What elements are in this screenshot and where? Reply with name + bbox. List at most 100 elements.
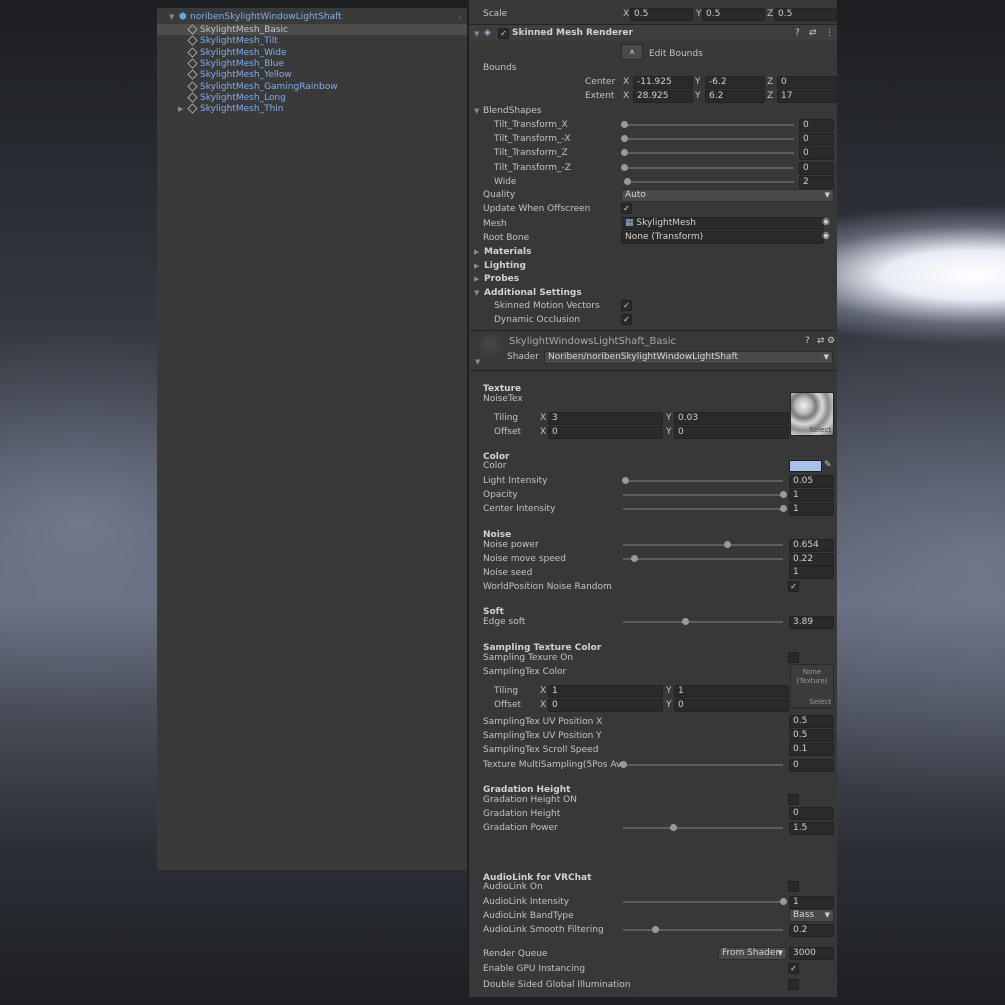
hierarchy-item[interactable]: SkylightMesh_GamingRainbow xyxy=(187,80,338,92)
collapse-arrow-icon[interactable]: ▼ xyxy=(474,30,479,38)
sampling-offset-x-field[interactable]: 0 xyxy=(548,699,663,712)
double-sided-gi-checkbox[interactable] xyxy=(788,979,799,990)
help-icon[interactable]: ? xyxy=(795,28,800,38)
audiolink-on-checkbox[interactable] xyxy=(788,881,799,892)
noise-texture-thumbnail[interactable]: Select xyxy=(790,392,834,436)
dynamic-occlusion-checkbox[interactable]: ✓ xyxy=(621,314,632,325)
sampling-tiling-x-field[interactable]: 1 xyxy=(548,685,663,698)
materials-arrow-icon[interactable]: ▶ xyxy=(474,248,479,256)
sampling-texture-slot[interactable]: None (Texture) Select xyxy=(790,664,834,708)
blendshapes-label[interactable]: BlendShapes xyxy=(483,106,542,116)
center-intensity-slider-handle[interactable] xyxy=(780,505,787,512)
sampling-select-button[interactable]: Select xyxy=(809,698,831,706)
preset-icon[interactable]: ⇄ xyxy=(817,336,825,346)
blendshape-slider-track[interactable] xyxy=(624,166,794,169)
blendshape-slider-handle[interactable] xyxy=(624,177,632,185)
blendshape-field[interactable]: 0 xyxy=(799,119,834,132)
blendshape-slider-track[interactable] xyxy=(624,180,794,183)
scroll-speed-field[interactable]: 0.1 xyxy=(789,743,834,756)
additional-settings-foldout[interactable]: Additional Settings xyxy=(484,288,582,298)
probes-arrow-icon[interactable]: ▶ xyxy=(474,275,479,283)
expand-arrow-icon[interactable]: ▶ xyxy=(178,105,183,113)
blendshape-slider-track[interactable] xyxy=(624,124,794,126)
render-queue-field[interactable]: 3000 xyxy=(789,947,834,960)
color-swatch[interactable] xyxy=(789,460,822,472)
gpu-instancing-checkbox[interactable]: ✓ xyxy=(788,963,799,974)
noise-offset-y-field[interactable]: 0 xyxy=(674,426,789,439)
mesh-field[interactable]: ▦ SkylightMesh xyxy=(621,217,824,230)
gradation-power-field[interactable]: 1.5 xyxy=(789,822,834,835)
chevron-right-icon[interactable]: › xyxy=(459,14,462,22)
light-intensity-slider-track[interactable] xyxy=(623,480,783,482)
center-intensity-field[interactable]: 1 xyxy=(789,503,834,516)
center-y-field[interactable]: -6.2 xyxy=(705,76,765,89)
hierarchy-item[interactable]: SkylightMesh_Thin xyxy=(187,103,283,114)
extent-y-field[interactable]: 6.2 xyxy=(705,90,765,103)
noise-move-speed-field[interactable]: 0.22 xyxy=(789,553,834,566)
gear-icon[interactable]: ⚙ xyxy=(827,336,835,346)
blendshape-slider-handle[interactable] xyxy=(621,121,628,128)
blendshape-field[interactable]: 0 xyxy=(799,147,834,161)
preset-icon[interactable]: ⇄ xyxy=(809,28,817,38)
sampling-on-checkbox[interactable] xyxy=(788,652,799,663)
object-picker-icon[interactable]: ◉ xyxy=(822,231,830,241)
hierarchy-item[interactable]: SkylightMesh_Basic xyxy=(187,24,288,35)
center-x-field[interactable]: -11.925 xyxy=(633,76,693,89)
help-icon[interactable]: ? xyxy=(805,336,810,346)
noisetex-select-button[interactable]: Select xyxy=(809,426,831,434)
object-picker-icon[interactable]: ◉ xyxy=(822,217,830,227)
blendshape-field[interactable]: 0 xyxy=(799,133,834,147)
material-collapse-arrow-icon[interactable]: ▼ xyxy=(475,358,480,366)
scale-x-field[interactable]: 0.5 xyxy=(630,8,693,21)
blendshape-slider-handle[interactable] xyxy=(621,149,628,157)
center-intensity-slider-track[interactable] xyxy=(623,508,783,510)
render-queue-dropdown[interactable]: From Shader ▼ xyxy=(718,947,787,960)
noise-offset-x-field[interactable]: 0 xyxy=(548,426,663,439)
bandtype-dropdown[interactable]: Bass ▼ xyxy=(789,909,834,922)
noise-move-speed-slider-handle[interactable] xyxy=(631,555,639,562)
blendshape-slider-handle[interactable] xyxy=(621,135,628,143)
extent-z-field[interactable]: 17 xyxy=(777,90,837,103)
noise-tiling-x-field[interactable]: 3 xyxy=(548,412,663,425)
materials-foldout[interactable]: Materials xyxy=(484,247,531,257)
blendshapes-arrow-icon[interactable]: ▼ xyxy=(474,107,479,115)
audiolink-intensity-field[interactable]: 1 xyxy=(789,896,834,909)
edge-soft-field[interactable]: 3.89 xyxy=(789,616,834,629)
lighting-foldout[interactable]: Lighting xyxy=(484,261,526,271)
hierarchy-root[interactable]: noribenSkylightWindowLightShaft xyxy=(190,12,342,22)
blendshape-field[interactable]: 0 xyxy=(799,161,834,175)
gradation-height-field[interactable]: 0 xyxy=(789,807,834,820)
additional-arrow-icon[interactable]: ▼ xyxy=(474,289,479,297)
hierarchy-item[interactable]: SkylightMesh_Yellow xyxy=(187,69,292,80)
shader-dropdown[interactable]: Noriben/noribenSkylightWindowLightShaft ▼ xyxy=(544,351,833,364)
noise-power-slider-track[interactable] xyxy=(623,544,783,546)
noise-seed-field[interactable]: 1 xyxy=(789,566,834,579)
smooth-filtering-slider-handle[interactable] xyxy=(652,926,659,933)
expand-arrow-icon[interactable]: ▼ xyxy=(169,13,174,21)
edge-soft-slider-track[interactable] xyxy=(623,621,783,623)
sampling-offset-y-field[interactable]: 0 xyxy=(674,699,789,712)
light-intensity-slider-handle[interactable] xyxy=(621,477,629,484)
uv-y-field[interactable]: 0.5 xyxy=(789,729,834,742)
opacity-slider-handle[interactable] xyxy=(780,491,787,498)
renderer-enabled-checkbox[interactable]: ✓ xyxy=(498,28,509,39)
gradation-power-slider-handle[interactable] xyxy=(669,824,677,831)
hierarchy-item[interactable]: SkylightMesh_Long xyxy=(187,92,286,103)
blendshape-slider-track[interactable] xyxy=(624,152,794,155)
gradation-power-slider-track[interactable] xyxy=(623,827,783,829)
noise-tiling-y-field[interactable]: 0.03 xyxy=(674,412,789,425)
light-intensity-field[interactable]: 0.05 xyxy=(789,475,834,488)
blendshape-slider-track[interactable] xyxy=(624,138,794,141)
world-noise-checkbox[interactable]: ✓ xyxy=(788,581,799,592)
gradation-on-checkbox[interactable] xyxy=(788,794,799,805)
uv-x-field[interactable]: 0.5 xyxy=(789,715,834,728)
root-bone-field[interactable]: None (Transform) xyxy=(621,231,824,244)
noise-power-slider-handle[interactable] xyxy=(724,541,731,548)
update-offscreen-checkbox[interactable]: ✓ xyxy=(621,203,632,214)
audiolink-intensity-slider-handle[interactable] xyxy=(780,898,787,905)
hierarchy-item[interactable]: SkylightMesh_Tilt xyxy=(187,35,278,46)
noise-move-speed-slider-track[interactable] xyxy=(623,558,783,560)
lighting-arrow-icon[interactable]: ▶ xyxy=(474,262,479,270)
edge-soft-slider-handle[interactable] xyxy=(682,618,690,625)
more-options-icon[interactable]: ⋮ xyxy=(825,28,834,38)
